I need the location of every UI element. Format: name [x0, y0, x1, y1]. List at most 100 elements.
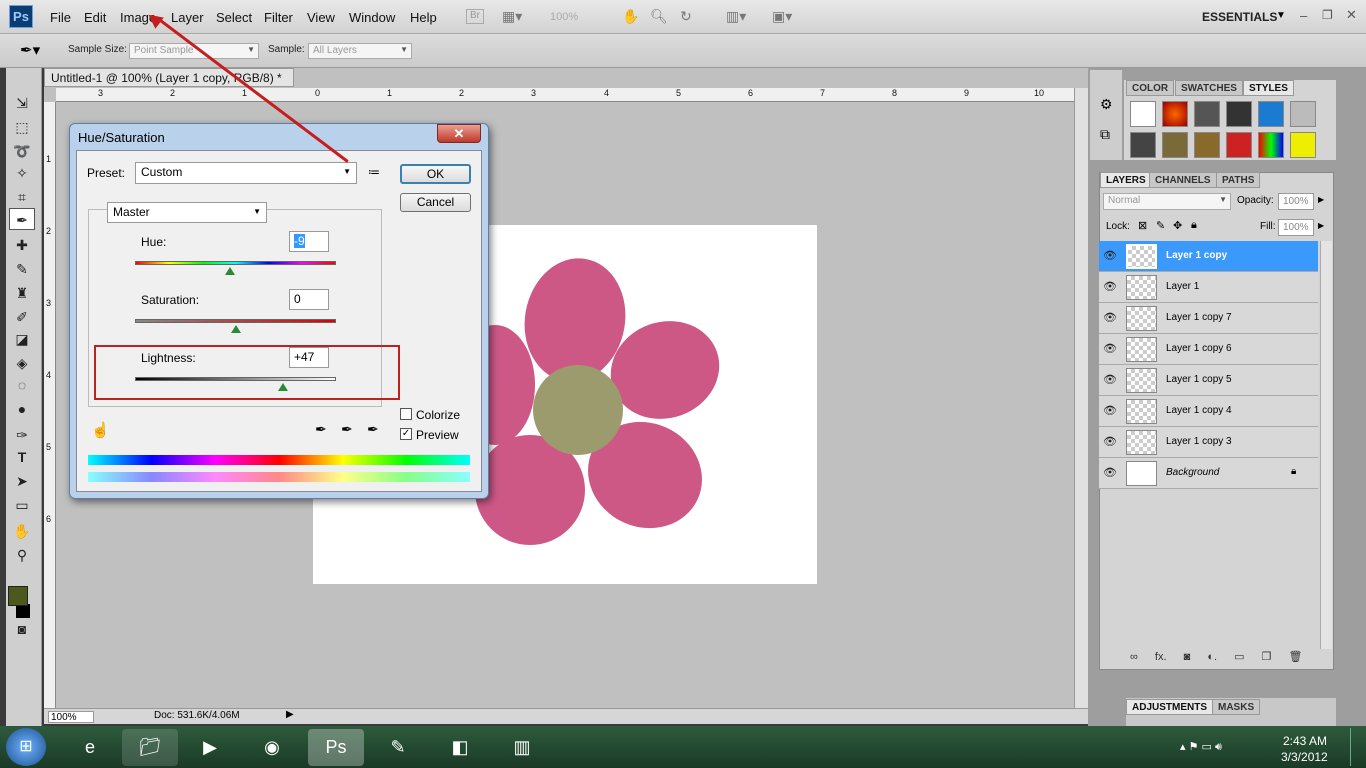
- eye-icon[interactable]: 👁︎: [1103, 249, 1117, 262]
- screen-mode-icon[interactable]: ▦▾: [502, 8, 522, 25]
- eyedropper-tool-icon[interactable]: ✒: [9, 208, 35, 230]
- dialog-close-button[interactable]: ✕: [437, 124, 481, 143]
- zoom-tool-icon[interactable]: ⚲: [9, 544, 35, 566]
- show-desktop-button[interactable]: [1350, 728, 1364, 766]
- app-taskbar-icon[interactable]: ✎: [370, 729, 426, 766]
- clone-stamp-tool-icon[interactable]: ♜: [9, 282, 35, 304]
- style-swatch[interactable]: [1258, 101, 1284, 127]
- vertical-scrollbar[interactable]: [1074, 88, 1088, 708]
- eye-icon[interactable]: 👁︎: [1103, 373, 1117, 386]
- saturation-slider-track[interactable]: [135, 319, 336, 323]
- paint-bucket-tool-icon[interactable]: ◈: [9, 352, 35, 374]
- new-layer-icon[interactable]: ❐: [1262, 651, 1272, 663]
- blur-tool-icon[interactable]: ◌: [9, 374, 35, 396]
- layer-row[interactable]: 👁︎ Layer 1 copy 7: [1099, 303, 1318, 334]
- preset-options-icon[interactable]: ≔: [368, 165, 380, 179]
- shape-tool-icon[interactable]: ▭: [9, 494, 35, 516]
- background-color-swatch[interactable]: [16, 604, 30, 618]
- photoshop-taskbar-icon[interactable]: Ps: [308, 729, 364, 766]
- media-player-icon[interactable]: ▶: [182, 729, 238, 766]
- style-swatch[interactable]: [1130, 101, 1156, 127]
- menu-filter[interactable]: Filter: [264, 10, 293, 25]
- targeted-adjustment-hand-icon[interactable]: ☝: [91, 421, 110, 439]
- tab-layers[interactable]: LAYERS: [1100, 172, 1152, 188]
- eyedropper-tool-preset-icon[interactable]: ✒▾: [20, 41, 40, 59]
- play-icon[interactable]: ▶: [1318, 221, 1324, 230]
- play-icon[interactable]: ▶: [286, 709, 294, 720]
- lock-position-icon[interactable]: ✥: [1173, 219, 1182, 232]
- tab-swatches[interactable]: SWATCHES: [1175, 80, 1243, 96]
- group-icon[interactable]: ▭: [1234, 651, 1244, 663]
- workspace-switcher[interactable]: ESSENTIALS: [1202, 10, 1277, 24]
- style-swatch[interactable]: [1130, 132, 1156, 158]
- lasso-tool-icon[interactable]: ➰: [9, 140, 35, 162]
- dodge-tool-icon[interactable]: ●: [9, 398, 35, 420]
- lock-transparency-icon[interactable]: ⊠: [1138, 219, 1147, 232]
- clock-date[interactable]: 3/3/2012: [1281, 750, 1328, 764]
- cancel-button[interactable]: Cancel: [400, 193, 471, 212]
- start-button[interactable]: ⊞: [6, 728, 46, 766]
- menu-select[interactable]: Select: [216, 10, 252, 25]
- menu-layer[interactable]: Layer: [171, 10, 204, 25]
- eraser-tool-icon[interactable]: ◪: [9, 328, 35, 350]
- eyedropper-minus-icon[interactable]: ✒: [367, 421, 379, 438]
- history-panel-icon[interactable]: ⧉: [1100, 126, 1110, 143]
- saturation-slider-thumb[interactable]: [230, 325, 241, 333]
- move-tool-icon[interactable]: ⇲: [9, 92, 35, 114]
- menu-edit[interactable]: Edit: [84, 10, 106, 25]
- quick-mask-icon[interactable]: ◙: [9, 618, 35, 640]
- sample-select[interactable]: All Layers ▼: [308, 43, 412, 59]
- style-swatch[interactable]: [1258, 132, 1284, 158]
- layer-row[interactable]: 👁︎ Layer 1 copy 5: [1099, 365, 1318, 396]
- fx-icon[interactable]: fx.: [1155, 651, 1167, 663]
- style-swatch[interactable]: [1162, 132, 1188, 158]
- app-taskbar-icon[interactable]: ◧: [432, 729, 488, 766]
- hue-slider-thumb[interactable]: [225, 267, 236, 275]
- type-tool-icon[interactable]: T: [9, 446, 35, 468]
- healing-brush-tool-icon[interactable]: ✚: [9, 234, 35, 256]
- style-swatch[interactable]: [1162, 101, 1188, 127]
- lightness-field[interactable]: +47: [289, 347, 329, 368]
- mask-icon[interactable]: ◙: [1184, 651, 1191, 663]
- style-swatch[interactable]: [1194, 132, 1220, 158]
- clock-time[interactable]: 2:43 AM: [1283, 734, 1327, 748]
- colorize-checkbox[interactable]: [400, 408, 412, 420]
- layers-scrollbar[interactable]: [1320, 241, 1332, 649]
- layer-row[interactable]: 👁︎ Layer 1 copy 4: [1099, 396, 1318, 427]
- marquee-tool-icon[interactable]: ⬚: [9, 116, 35, 138]
- trash-icon[interactable]: 🗑︎: [1288, 651, 1302, 663]
- internet-explorer-icon[interactable]: e: [62, 729, 118, 766]
- tab-styles[interactable]: STYLES: [1243, 80, 1294, 96]
- menu-help[interactable]: Help: [410, 10, 437, 25]
- hue-slider-track[interactable]: [135, 261, 336, 265]
- opacity-field[interactable]: 100%: [1278, 193, 1314, 210]
- crop-tool-icon[interactable]: ⌗: [9, 186, 35, 208]
- minimize-icon[interactable]: –: [1300, 8, 1307, 23]
- tab-masks[interactable]: MASKS: [1212, 699, 1261, 715]
- arrange-documents-icon[interactable]: ▥▾: [726, 8, 746, 25]
- style-swatch[interactable]: [1290, 101, 1316, 127]
- hand-tool-icon[interactable]: ✋: [9, 520, 35, 542]
- style-swatch[interactable]: [1226, 132, 1252, 158]
- blend-mode-select[interactable]: Normal ▼: [1103, 193, 1231, 210]
- tools-preset-icon[interactable]: ⚙: [1100, 96, 1113, 113]
- eye-icon[interactable]: 👁︎: [1103, 404, 1117, 417]
- document-tab[interactable]: Untitled-1 @ 100% (Layer 1 copy, RGB/8) …: [44, 68, 294, 99]
- tray-icons[interactable]: ▴ ⚑ ▭ 🔊︎: [1180, 740, 1222, 754]
- eye-icon[interactable]: 👁︎: [1103, 342, 1117, 355]
- layer-row[interactable]: 👁︎ Background 🔒︎: [1099, 458, 1318, 489]
- menu-view[interactable]: View: [307, 10, 335, 25]
- layer-row[interactable]: 👁︎ Layer 1 copy: [1099, 241, 1318, 272]
- foreground-color-swatch[interactable]: [8, 586, 28, 606]
- firefox-icon[interactable]: ◉: [244, 729, 300, 766]
- fill-field[interactable]: 100%: [1278, 219, 1314, 236]
- tab-paths[interactable]: PATHS: [1216, 172, 1261, 188]
- ok-button[interactable]: OK: [400, 164, 471, 184]
- hue-field[interactable]: -9: [289, 231, 329, 252]
- layer-row[interactable]: 👁︎ Layer 1 copy 3: [1099, 427, 1318, 458]
- style-swatch[interactable]: [1194, 101, 1220, 127]
- eyedropper-plus-icon[interactable]: ✒: [341, 421, 353, 438]
- lock-all-icon[interactable]: 🔒︎: [1191, 219, 1197, 232]
- bridge-button[interactable]: Br: [466, 9, 484, 24]
- path-selection-tool-icon[interactable]: ➤: [9, 470, 35, 492]
